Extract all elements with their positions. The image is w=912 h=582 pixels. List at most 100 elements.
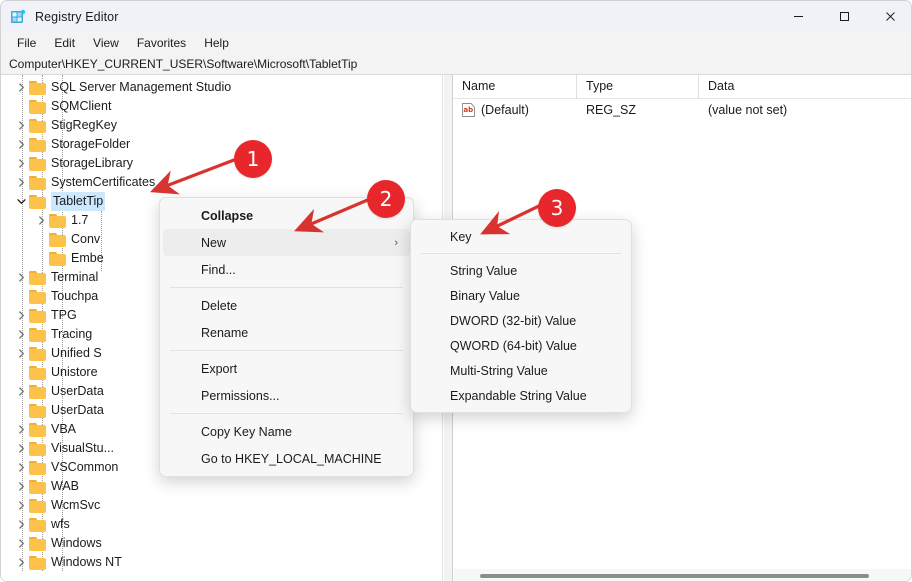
context-menu-item[interactable]: New › bbox=[163, 229, 410, 256]
tree-item-label: Windows NT bbox=[51, 555, 122, 569]
column-header-name[interactable]: Name bbox=[453, 75, 577, 99]
chevron-right-icon[interactable] bbox=[14, 325, 29, 344]
chevron-right-icon[interactable] bbox=[14, 439, 29, 458]
tree-item[interactable]: wfs bbox=[1, 515, 442, 534]
chevron-right-icon[interactable] bbox=[14, 553, 29, 572]
maximize-button[interactable] bbox=[821, 1, 867, 32]
context-menu-item[interactable]: Find... bbox=[163, 256, 410, 283]
menu-help[interactable]: Help bbox=[195, 34, 238, 52]
tree-item[interactable]: Windows bbox=[1, 534, 442, 553]
context-menu-item-label: Copy Key Name bbox=[201, 424, 293, 439]
folder-icon bbox=[29, 308, 46, 323]
chevron-right-icon[interactable] bbox=[14, 173, 29, 192]
tree-item[interactable]: StorageLibrary bbox=[1, 154, 442, 173]
folder-icon bbox=[29, 99, 46, 114]
chevron-right-icon[interactable] bbox=[14, 496, 29, 515]
tree-horizontal-scrollbar[interactable] bbox=[1, 572, 442, 581]
menu-edit[interactable]: Edit bbox=[45, 34, 84, 52]
chevron-right-icon[interactable] bbox=[14, 344, 29, 363]
values-horizontal-scrollbar[interactable] bbox=[454, 569, 911, 581]
tree-item-label: StorageFolder bbox=[51, 137, 131, 151]
chevron-right-icon[interactable] bbox=[14, 515, 29, 534]
tree-item[interactable]: Windows NT bbox=[1, 553, 442, 572]
chevron-right-icon[interactable] bbox=[14, 420, 29, 439]
submenu-item[interactable]: Binary Value bbox=[414, 283, 628, 308]
submenu-item[interactable]: QWORD (64-bit) Value bbox=[414, 333, 628, 358]
folder-icon bbox=[49, 232, 66, 247]
submenu-item[interactable]: Multi-String Value bbox=[414, 358, 628, 383]
address-bar[interactable]: Computer\HKEY_CURRENT_USER\Software\Micr… bbox=[1, 54, 911, 75]
folder-icon bbox=[29, 194, 46, 209]
context-menu-item[interactable]: Delete bbox=[163, 292, 410, 319]
tree-item-label: SystemCertificates bbox=[51, 175, 156, 189]
chevron-down-icon[interactable] bbox=[14, 192, 29, 211]
tree-item-label: Embe bbox=[71, 251, 104, 265]
ab-string-icon: ab bbox=[462, 103, 475, 117]
values-scrollbar-thumb[interactable] bbox=[480, 574, 869, 578]
close-button[interactable] bbox=[867, 1, 911, 32]
minimize-button[interactable] bbox=[775, 1, 821, 32]
menu-file[interactable]: File bbox=[8, 34, 45, 52]
chevron-right-icon[interactable] bbox=[14, 135, 29, 154]
folder-icon bbox=[29, 517, 46, 532]
chevron-right-icon[interactable] bbox=[14, 382, 29, 401]
menu-favorites[interactable]: Favorites bbox=[128, 34, 195, 52]
tree-item-label: WcmSvc bbox=[51, 498, 101, 512]
submenu-item[interactable]: String Value bbox=[414, 258, 628, 283]
registry-editor-icon bbox=[10, 9, 26, 25]
values-row[interactable]: ab (Default) REG_SZ (value not set) bbox=[453, 99, 911, 121]
context-menu-item[interactable]: Permissions... bbox=[163, 382, 410, 409]
chevron-right-icon[interactable] bbox=[14, 534, 29, 553]
context-menu-item[interactable]: Copy Key Name bbox=[163, 418, 410, 445]
chevron-right-icon[interactable] bbox=[14, 154, 29, 173]
column-header-data[interactable]: Data bbox=[699, 75, 911, 99]
tree-item[interactable]: WAB bbox=[1, 477, 442, 496]
callout-badge-1: 1 bbox=[234, 140, 272, 178]
tree-item[interactable]: WcmSvc bbox=[1, 496, 442, 515]
tree-item[interactable]: SQMClient bbox=[1, 97, 442, 116]
title-bar: Registry Editor bbox=[1, 1, 911, 32]
context-menu-item[interactable]: Export bbox=[163, 355, 410, 382]
tree-item[interactable]: SQL Server Management Studio bbox=[1, 78, 442, 97]
context-menu-item[interactable]: Rename bbox=[163, 319, 410, 346]
chevron-right-icon[interactable] bbox=[14, 477, 29, 496]
tree-item-label: UserData bbox=[51, 403, 104, 417]
menu-view[interactable]: View bbox=[84, 34, 128, 52]
context-menu-item-label: Collapse bbox=[201, 208, 254, 223]
folder-icon bbox=[29, 118, 46, 133]
chevron-right-icon[interactable] bbox=[14, 268, 29, 287]
tree-item-label: VBA bbox=[51, 422, 77, 436]
chevron-right-icon[interactable] bbox=[14, 458, 29, 477]
tree-item-label: TabletTip bbox=[51, 192, 106, 211]
chevron-right-icon[interactable] bbox=[14, 78, 29, 97]
tree-item[interactable]: StigRegKey bbox=[1, 116, 442, 135]
submenu-item[interactable]: DWORD (32-bit) Value bbox=[414, 308, 628, 333]
tree-item-label: wfs bbox=[51, 517, 70, 531]
context-menu-item[interactable]: Go to HKEY_LOCAL_MACHINE bbox=[163, 445, 410, 472]
chevron-right-icon[interactable] bbox=[14, 116, 29, 135]
chevron-right-icon[interactable] bbox=[34, 211, 49, 230]
values-list: ab (Default) REG_SZ (value not set) bbox=[453, 99, 911, 121]
folder-icon bbox=[29, 460, 46, 475]
context-menu-item-label: Find... bbox=[201, 262, 236, 277]
window-title: Registry Editor bbox=[35, 9, 119, 24]
column-header-type[interactable]: Type bbox=[577, 75, 699, 99]
tree-item[interactable]: StorageFolder bbox=[1, 135, 442, 154]
folder-icon bbox=[29, 327, 46, 342]
tree-item-label: StigRegKey bbox=[51, 118, 118, 132]
submenu-item[interactable]: Key bbox=[414, 224, 628, 249]
context-menu-item-label: Export bbox=[201, 361, 238, 376]
menu-bar: File Edit View Favorites Help bbox=[1, 32, 911, 54]
context-menu-item-label: Rename bbox=[201, 325, 249, 340]
tree-item-label: SQL Server Management Studio bbox=[51, 80, 232, 94]
folder-icon bbox=[29, 289, 46, 304]
submenu-item[interactable]: Expandable String Value bbox=[414, 383, 628, 408]
folder-icon bbox=[29, 270, 46, 285]
folder-icon bbox=[29, 175, 46, 190]
chevron-right-icon[interactable] bbox=[14, 306, 29, 325]
folder-icon bbox=[29, 156, 46, 171]
tree-item-label: VSCommon bbox=[51, 460, 119, 474]
